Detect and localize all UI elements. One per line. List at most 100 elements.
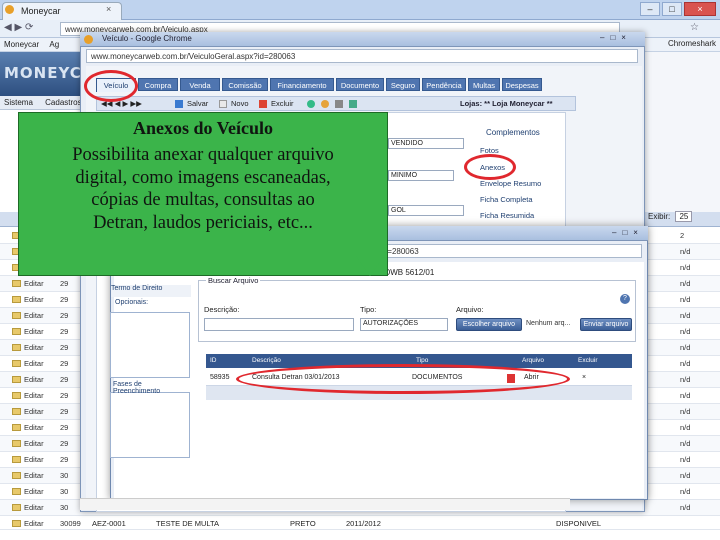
row-status: DISPONIVEL xyxy=(556,519,602,528)
tab-close-icon[interactable]: × xyxy=(106,4,111,14)
row-value: n/d xyxy=(680,439,691,448)
folder-icon xyxy=(12,408,21,415)
back-forward-icon[interactable]: ◀ ▶ ⟳ xyxy=(4,22,33,33)
folder-icon xyxy=(12,504,21,511)
grid-col-file[interactable]: Arquivo xyxy=(522,357,544,364)
folder-icon xyxy=(12,424,21,431)
callout-line: digital, como imagens escaneadas, xyxy=(75,167,331,188)
choose-file-button[interactable]: Escolher arquivo xyxy=(456,318,522,331)
vehicle-window-title: Veículo - Google Chrome xyxy=(80,32,645,47)
row-value: n/d xyxy=(680,391,691,400)
row-value: n/d xyxy=(680,503,691,512)
edit-link[interactable]: Editar xyxy=(24,391,44,400)
edit-link[interactable]: Editar xyxy=(24,423,44,432)
grid-col-description[interactable]: Descrição xyxy=(252,357,281,364)
help-icon[interactable] xyxy=(307,100,315,108)
row-id: 29 xyxy=(60,311,69,320)
new-button[interactable]: Novo xyxy=(231,99,249,108)
edit-link[interactable]: Editar xyxy=(24,375,44,384)
delete-button[interactable]: Excluir xyxy=(271,99,294,108)
tab-9[interactable]: Despesas xyxy=(502,78,542,91)
folder-icon xyxy=(12,376,21,383)
pager-select[interactable]: 25 xyxy=(675,211,693,222)
tab-8[interactable]: Multas xyxy=(468,78,500,91)
model-select[interactable]: GOL xyxy=(388,205,464,216)
bookmark-star-icon[interactable]: ☆ xyxy=(690,22,699,33)
tab-6[interactable]: Seguro xyxy=(386,78,420,91)
folder-icon xyxy=(12,360,21,367)
grid-col-type[interactable]: Tipo xyxy=(416,357,428,364)
attachments-window-controls-icon[interactable]: –□× xyxy=(612,228,644,237)
grid-col-id[interactable]: ID xyxy=(210,357,217,364)
window-close-icon[interactable]: × xyxy=(684,2,716,16)
folder-icon xyxy=(12,392,21,399)
sidebar-link-envelope-resumo[interactable]: Envelope Resumo xyxy=(480,179,541,188)
sidebar-link-ficha-resumida[interactable]: Ficha Resumida xyxy=(480,211,534,220)
no-file-chosen-label: Nenhum arq... xyxy=(526,320,571,327)
panel-phases-title: Fases de Preenchimento xyxy=(113,381,161,395)
sidebar-link-ficha-completa[interactable]: Ficha Completa xyxy=(480,195,533,204)
callout-line: Detran, laudos periciais, etc... xyxy=(93,212,313,233)
row-id: 29 xyxy=(60,391,69,400)
row-value: n/d xyxy=(680,295,691,304)
window-minimize-icon[interactable]: – xyxy=(640,2,660,16)
type-label: Tipo: xyxy=(360,305,377,314)
edit-link[interactable]: Editar xyxy=(24,455,44,464)
grid-col-delete[interactable]: Excluir xyxy=(578,357,598,364)
tab-1[interactable]: Compra xyxy=(138,78,178,91)
description-input[interactable] xyxy=(204,318,354,331)
new-icon xyxy=(219,100,227,108)
save-button[interactable]: Salvar xyxy=(187,99,208,108)
search-file-fieldset xyxy=(198,280,636,342)
callout-pointer xyxy=(356,256,384,276)
bookmark-item[interactable]: Ag xyxy=(49,40,59,49)
row-value: n/d xyxy=(680,327,691,336)
folder-icon xyxy=(12,344,21,351)
help-icon[interactable]: ? xyxy=(620,294,630,304)
pager: Exibir: 25 xyxy=(648,211,720,226)
app-right-column xyxy=(645,52,720,212)
tab-3[interactable]: Comissão xyxy=(222,78,268,91)
window-maximize-icon[interactable]: □ xyxy=(662,2,682,16)
category-select[interactable]: MINIMO xyxy=(388,170,454,181)
row-id: 29 xyxy=(60,455,69,464)
highlight-attachment-row xyxy=(236,364,570,394)
edit-link[interactable]: Editar xyxy=(24,295,44,304)
tab-5[interactable]: Documento xyxy=(336,78,384,91)
attachment-delete-icon[interactable]: × xyxy=(582,374,586,381)
folder-icon xyxy=(12,328,21,335)
link-icon[interactable] xyxy=(349,100,357,108)
menu-item-cadastros[interactable]: Cadastros xyxy=(45,98,81,107)
outer-browser-tab[interactable]: Moneycar xyxy=(2,2,122,20)
edit-link[interactable]: Editar xyxy=(24,471,44,480)
edit-link[interactable]: Editar xyxy=(24,327,44,336)
edit-link[interactable]: Editar xyxy=(24,343,44,352)
row-value: n/d xyxy=(680,487,691,496)
folder-icon xyxy=(12,312,21,319)
save-icon xyxy=(175,100,183,108)
print-icon[interactable] xyxy=(335,100,343,108)
bookmark-item-right[interactable]: Chromeshark xyxy=(668,39,716,48)
bookmark-item[interactable]: Moneycar xyxy=(4,40,39,49)
vehicle-window-controls-icon[interactable]: –□× xyxy=(600,33,632,42)
edit-link[interactable]: Editar xyxy=(24,311,44,320)
edit-link[interactable]: Editar xyxy=(24,503,44,512)
send-file-button[interactable]: Enviar arquivo xyxy=(580,318,632,331)
edit-link[interactable]: Editar xyxy=(24,407,44,416)
vehicle-url-input[interactable]: www.moneycarweb.com.br/VeiculoGeral.aspx… xyxy=(86,49,638,63)
edit-link[interactable]: Editar xyxy=(24,359,44,368)
tab-7[interactable]: Pendência xyxy=(422,78,466,91)
menu-item-sistema[interactable]: Sistema xyxy=(4,98,33,107)
table-row[interactable]: Editar 30099 AEZ-0001 TESTE DE MULTA PRETO 20… xyxy=(0,516,720,530)
edit-link[interactable]: Editar xyxy=(24,439,44,448)
tab-4[interactable]: Financiamento xyxy=(270,78,334,91)
edit-link[interactable]: Editar xyxy=(24,279,44,288)
row-value: n/d xyxy=(680,359,691,368)
status-select[interactable]: VENDIDO xyxy=(388,138,464,149)
edit-link[interactable]: Editar xyxy=(24,519,44,528)
type-select[interactable]: AUTORIZAÇÕES xyxy=(360,318,448,331)
refresh-icon[interactable] xyxy=(321,100,329,108)
tab-2[interactable]: Venda xyxy=(180,78,220,91)
edit-link[interactable]: Editar xyxy=(24,487,44,496)
chrome-app-icon xyxy=(84,35,93,44)
